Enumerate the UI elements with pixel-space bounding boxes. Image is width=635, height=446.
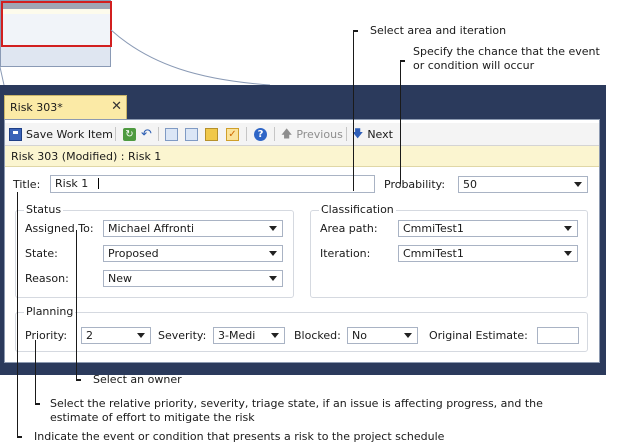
callout-line-owner bbox=[76, 230, 77, 380]
chevron-down-icon[interactable] bbox=[564, 251, 572, 256]
overview-thumbnail bbox=[0, 0, 112, 67]
assigned-to-value: Michael Affronti bbox=[108, 222, 195, 235]
priority-value: 2 bbox=[86, 329, 93, 342]
chevron-down-icon[interactable] bbox=[404, 333, 412, 338]
original-estimate-label: Original Estimate: bbox=[429, 329, 528, 342]
checklist-button[interactable]: ✓ bbox=[226, 126, 239, 142]
blocked-dropdown[interactable]: No bbox=[347, 327, 418, 344]
toolbar-separator bbox=[246, 127, 247, 141]
attach-button[interactable] bbox=[205, 126, 218, 142]
toolbar: Save Work Item ↻ ↶ ✓ ? 🡅 Previous 🡇 Next bbox=[5, 123, 599, 146]
original-estimate-input[interactable] bbox=[537, 327, 579, 344]
thumbnail-focus-rectangle bbox=[1, 1, 112, 47]
severity-value: 3-Medi bbox=[218, 329, 256, 342]
callout-line-title bbox=[17, 192, 18, 437]
callout-marker bbox=[76, 379, 81, 381]
state-dropdown[interactable]: Proposed bbox=[103, 245, 283, 262]
arrow-up-icon: 🡅 bbox=[281, 126, 293, 140]
chevron-down-icon[interactable] bbox=[269, 251, 277, 256]
refresh-icon: ↻ bbox=[123, 127, 136, 141]
help-button[interactable]: ? bbox=[254, 126, 267, 142]
close-icon[interactable]: ✕ bbox=[111, 99, 122, 114]
state-label: State: bbox=[25, 247, 58, 260]
callout-area-iteration: Select area and iteration bbox=[370, 24, 507, 37]
toolbar-separator bbox=[158, 127, 159, 141]
save-work-item-button[interactable]: Save Work Item bbox=[9, 126, 113, 142]
assigned-to-label: Assigned To: bbox=[25, 222, 94, 235]
text-cursor bbox=[98, 178, 99, 189]
priority-dropdown[interactable]: 2 bbox=[81, 327, 151, 344]
copy-icon bbox=[185, 127, 198, 141]
status-heading: Status bbox=[24, 203, 64, 216]
state-value: Proposed bbox=[108, 247, 159, 260]
chevron-down-icon[interactable] bbox=[269, 226, 277, 231]
callout-line-area-iteration bbox=[353, 31, 354, 191]
reason-value: New bbox=[108, 272, 132, 285]
blocked-value: No bbox=[352, 329, 367, 342]
iteration-label: Iteration: bbox=[320, 247, 371, 260]
new-linked-work-item-button[interactable] bbox=[165, 126, 178, 142]
checklist-icon: ✓ bbox=[226, 127, 239, 141]
refresh-button[interactable]: ↻ bbox=[123, 126, 136, 142]
chevron-down-icon[interactable] bbox=[271, 333, 279, 338]
callout-probability-line1: Specify the chance that the event bbox=[413, 45, 600, 58]
callout-title: Indicate the event or condition that pre… bbox=[34, 430, 445, 443]
probability-label: Probability: bbox=[384, 178, 446, 191]
chevron-down-icon[interactable] bbox=[564, 226, 572, 231]
next-label: Next bbox=[367, 127, 393, 141]
area-path-dropdown[interactable]: CmmiTest1 bbox=[398, 220, 578, 237]
previous-button[interactable]: 🡅 Previous bbox=[281, 126, 343, 142]
severity-label: Severity: bbox=[158, 329, 207, 342]
callout-planning-line1: Select the relative priority, severity, … bbox=[50, 397, 543, 410]
callout-probability-line2: or condition will occur bbox=[413, 59, 535, 72]
callout-line-planning bbox=[35, 340, 36, 404]
save-icon bbox=[9, 127, 22, 141]
callout-marker bbox=[17, 436, 22, 438]
copy-work-item-button[interactable] bbox=[185, 126, 198, 142]
callout-owner: Select an owner bbox=[93, 373, 182, 386]
callout-planning-line2: estimate of effort to mitigate the risk bbox=[50, 411, 255, 424]
tab-title: Risk 303* bbox=[10, 101, 63, 114]
chevron-down-icon[interactable] bbox=[574, 182, 582, 187]
undo-icon: ↶ bbox=[141, 126, 152, 142]
iteration-dropdown[interactable]: CmmiTest1 bbox=[398, 245, 578, 262]
iteration-value: CmmiTest1 bbox=[403, 247, 464, 260]
classification-heading: Classification bbox=[319, 203, 396, 216]
next-button[interactable]: 🡇 Next bbox=[352, 126, 393, 142]
new-linked-icon bbox=[165, 127, 178, 141]
work-item-status-text: Risk 303 (Modified) : Risk 1 bbox=[11, 150, 162, 163]
attach-icon bbox=[205, 127, 218, 141]
undo-button[interactable]: ↶ bbox=[140, 126, 153, 142]
callout-line-probability bbox=[400, 60, 401, 184]
previous-label: Previous bbox=[296, 127, 343, 141]
probability-dropdown[interactable]: 50 bbox=[458, 176, 588, 193]
toolbar-separator bbox=[274, 127, 275, 141]
title-label: Title: bbox=[13, 178, 41, 191]
title-input[interactable]: Risk 1 bbox=[50, 175, 375, 193]
reason-dropdown[interactable]: New bbox=[103, 270, 283, 287]
planning-heading: Planning bbox=[24, 305, 76, 318]
assigned-to-dropdown[interactable]: Michael Affronti bbox=[103, 220, 283, 237]
severity-dropdown[interactable]: 3-Medi bbox=[213, 327, 285, 344]
save-work-item-label: Save Work Item bbox=[26, 127, 113, 141]
priority-label: Priority: bbox=[25, 329, 68, 342]
work-item-info-bar: Risk 303 (Modified) : Risk 1 bbox=[5, 146, 599, 167]
toolbar-separator bbox=[346, 127, 347, 141]
chevron-down-icon[interactable] bbox=[137, 333, 145, 338]
callout-marker bbox=[35, 403, 40, 405]
area-path-label: Area path: bbox=[320, 222, 378, 235]
area-path-value: CmmiTest1 bbox=[403, 222, 464, 235]
help-icon: ? bbox=[254, 127, 267, 141]
toolbar-separator bbox=[115, 127, 116, 141]
callout-marker bbox=[400, 60, 405, 62]
tab-risk-303[interactable]: Risk 303* ✕ bbox=[4, 95, 127, 119]
callout-marker bbox=[353, 30, 358, 32]
blocked-label: Blocked: bbox=[294, 329, 341, 342]
title-value: Risk 1 bbox=[55, 177, 89, 190]
reason-label: Reason: bbox=[25, 272, 69, 285]
probability-value: 50 bbox=[463, 178, 477, 191]
chevron-down-icon[interactable] bbox=[269, 276, 277, 281]
